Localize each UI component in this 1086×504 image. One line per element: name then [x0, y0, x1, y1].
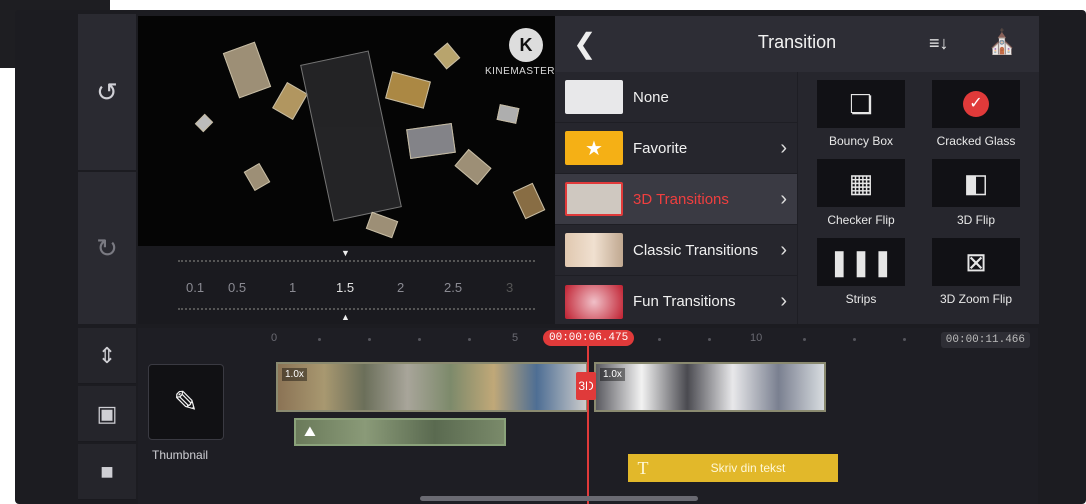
redo-button[interactable]: ↻	[78, 172, 136, 324]
undo-icon: ↺	[96, 76, 118, 107]
category-label: 3D Transitions	[633, 190, 729, 208]
video-clip[interactable]: 1.0x	[594, 362, 826, 412]
checker-icon: ▦	[817, 159, 905, 207]
chevron-right-icon: ›	[780, 187, 787, 210]
timeline[interactable]: 0 5 10 00:00:06.475 00:00:11.466 ✎ Thumb…	[138, 328, 1038, 504]
sort-icon[interactable]: ≡↓	[929, 33, 949, 54]
app-window: ↺ ↻ K KINEMASTER ▼ ▲ 0.1 0.5 1 1.5 2 2.5…	[15, 10, 1086, 504]
none-thumbnail	[565, 80, 623, 114]
thumbnail-label: Thumbnail	[152, 448, 209, 462]
category-favorite[interactable]: ★ Favorite ›	[555, 123, 797, 174]
timeline-tick: 10	[750, 332, 763, 344]
chevron-right-icon: ›	[780, 238, 787, 261]
store-icon[interactable]: ⛪	[987, 28, 1017, 57]
category-none[interactable]: None	[555, 72, 797, 123]
strips-icon: ❚❚❚	[817, 238, 905, 286]
transition-bouncy-box[interactable]: ❏ Bouncy Box	[816, 80, 906, 148]
layer-button[interactable]: ▣	[78, 386, 136, 442]
transition-label: 3D Flip	[956, 213, 995, 227]
cube-icon: ❏	[817, 80, 905, 128]
ruler-label: 1	[289, 280, 297, 295]
clip-speed-badge: 1.0x	[282, 368, 307, 381]
undo-button[interactable]: ↺	[78, 14, 136, 170]
panel-header: ❮ Transition ≡↓ ⛪	[555, 16, 1039, 72]
media-button[interactable]: ■	[78, 444, 136, 500]
ruler-label: 2.5	[444, 280, 463, 295]
ruler-label: 0.5	[228, 280, 247, 295]
timeline-tick: 5	[512, 332, 519, 344]
category-3d-transitions[interactable]: 3D Transitions ›	[555, 174, 797, 225]
redo-icon: ↻	[96, 232, 118, 263]
text-layer-clip[interactable]: T Skriv din tekst	[628, 454, 838, 482]
transition-marker[interactable]: 3D	[576, 372, 596, 400]
ruler-bottom-marker-icon: ▲	[341, 312, 350, 322]
category-label: Fun Transitions	[633, 293, 736, 310]
ruler-label-active: 1.5	[336, 280, 355, 295]
star-icon: ★	[565, 131, 623, 165]
playhead[interactable]	[587, 346, 589, 504]
panel-title: Transition	[757, 32, 837, 52]
kinemaster-logo-icon: K	[509, 28, 543, 62]
category-label: None	[633, 88, 669, 106]
video-preview[interactable]: K KINEMASTER	[138, 16, 555, 246]
category-fun-transitions[interactable]: Fun Transitions ›	[555, 276, 797, 327]
video-clip[interactable]: 1.0x	[276, 362, 588, 412]
chevron-right-icon: ›	[780, 136, 787, 159]
logo-text: KINEMASTER	[484, 66, 555, 77]
clip-speed-badge: 1.0x	[600, 368, 625, 381]
category-label: Favorite	[633, 139, 688, 157]
media-icon: ■	[100, 458, 114, 484]
zoom-flip-icon: ⊠	[932, 238, 1020, 286]
timeline-expand-button[interactable]: ⇕	[78, 328, 136, 384]
speed-ruler[interactable]: ▼ ▲ 0.1 0.5 1 1.5 2 2.5 3	[138, 246, 555, 324]
flip-icon: ◧	[932, 159, 1020, 207]
transition-label: Checker Flip	[827, 213, 895, 227]
category-classic-transitions[interactable]: Classic Transitions ›	[555, 225, 797, 276]
text-icon: T	[637, 457, 649, 478]
transition-checker-flip[interactable]: ▦ Checker Flip	[816, 159, 906, 227]
ruler-label: 0.1	[186, 280, 205, 295]
layer-icon: ▣	[96, 400, 118, 426]
transition-3d-zoom-flip[interactable]: ⊠ 3D Zoom Flip	[931, 238, 1021, 306]
cracked-glass-icon: ✓	[932, 80, 1020, 128]
category-label: Classic Transitions	[633, 241, 759, 259]
image-icon: ⛰	[304, 423, 316, 439]
expand-vertical-icon: ⇕	[97, 342, 117, 368]
thumbnail-edit-button[interactable]: ✎	[148, 364, 224, 440]
transition-3d-flip[interactable]: ◧ 3D Flip	[931, 159, 1021, 227]
ruler-label: 3	[506, 280, 514, 295]
pen-icon: ✎	[173, 385, 199, 419]
classic-transitions-thumbnail	[565, 233, 623, 267]
ruler-label: 2	[397, 280, 405, 295]
transition-label: Bouncy Box	[828, 134, 894, 148]
timeline-scrollbar[interactable]	[420, 496, 698, 501]
3d-transitions-thumbnail	[565, 182, 623, 216]
current-time-badge: 00:00:06.475	[543, 330, 635, 346]
timeline-tick: 0	[271, 332, 278, 344]
image-layer-clip[interactable]: ⛰	[294, 418, 506, 446]
transition-strips[interactable]: ❚❚❚ Strips	[816, 238, 906, 306]
transition-panel: ❮ Transition ≡↓ ⛪ None ★ Favorite › 3D T…	[555, 16, 1039, 324]
transition-label: 3D Zoom Flip	[939, 292, 1013, 306]
end-time-badge: 00:00:11.466	[940, 332, 1030, 348]
ruler-top-marker-icon: ▼	[341, 248, 350, 258]
fun-transitions-thumbnail	[565, 284, 623, 319]
text-layer-label: Skriv din tekst	[710, 461, 786, 475]
chevron-right-icon: ›	[780, 290, 787, 312]
transition-label: Strips	[845, 292, 877, 306]
transition-cracked-glass[interactable]: ✓ Cracked Glass	[931, 80, 1021, 148]
transition-label: Cracked Glass	[936, 134, 1016, 148]
